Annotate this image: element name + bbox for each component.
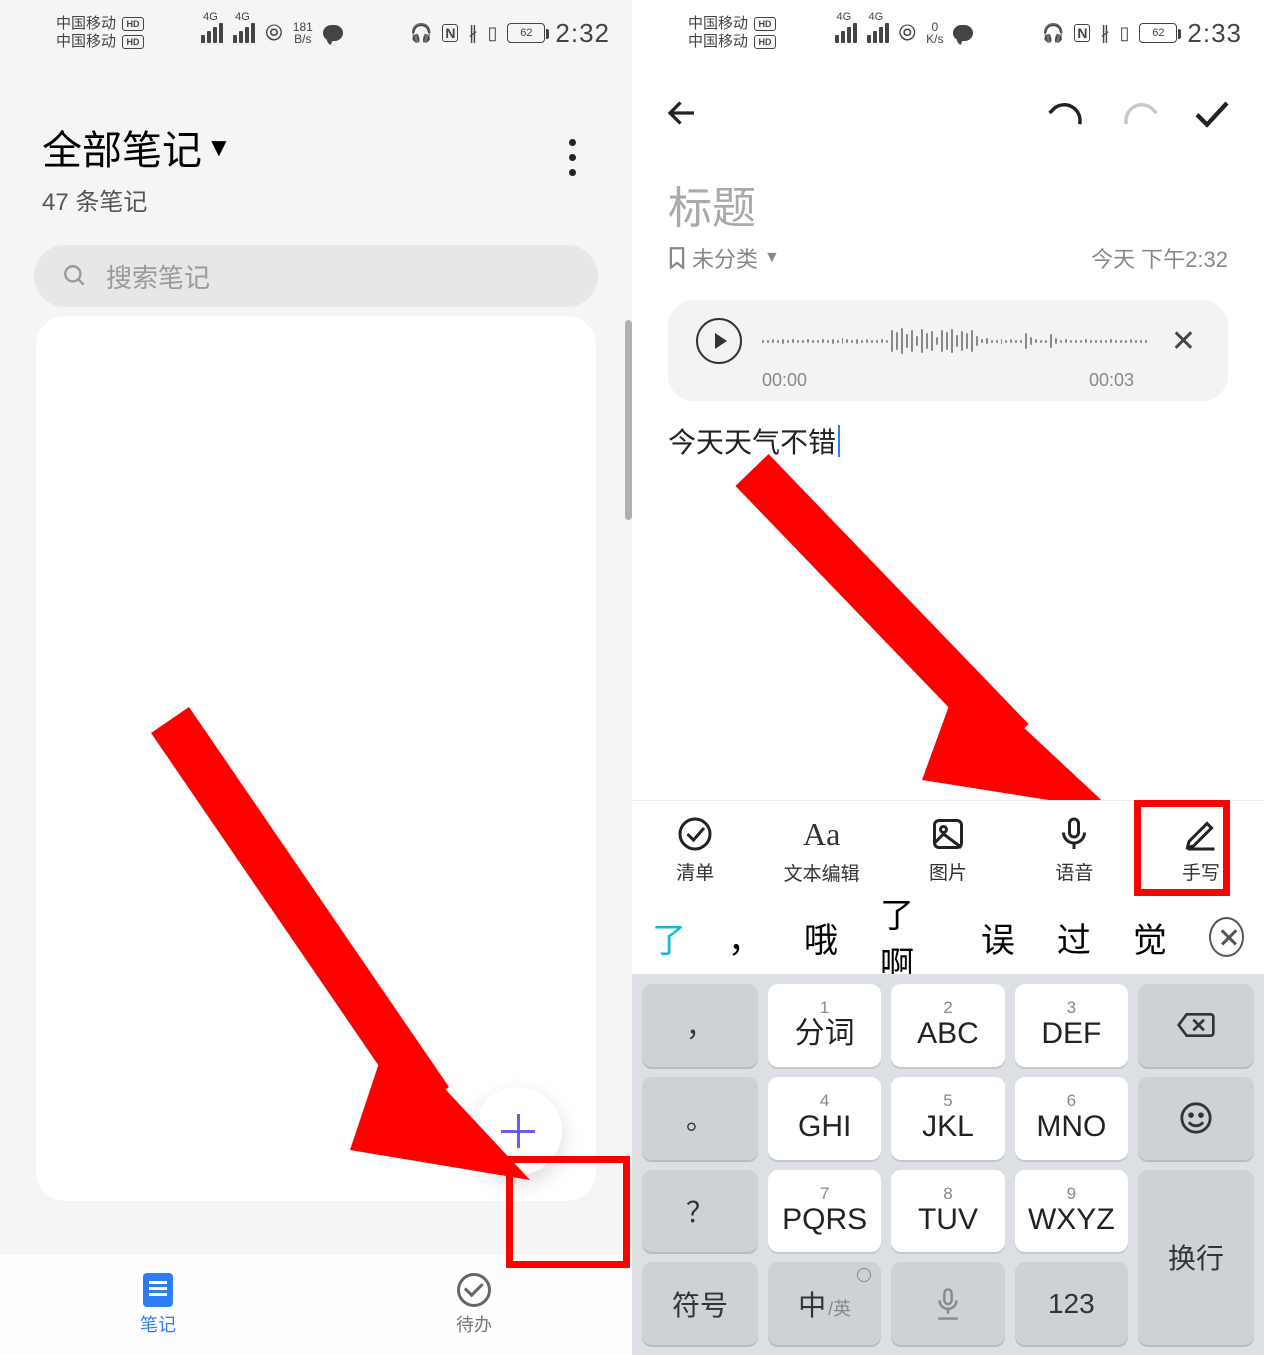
candidate-word[interactable]: 觉 xyxy=(1133,913,1167,962)
candidate-collapse-button[interactable] xyxy=(1209,917,1244,957)
image-icon xyxy=(930,816,966,852)
note-count-label: 47 条笔记 xyxy=(42,182,232,217)
microphone-icon xyxy=(1056,816,1092,852)
nfc-icon: N xyxy=(442,24,458,42)
key-2[interactable]: 2ABC xyxy=(891,984,1004,1067)
key-3[interactable]: 3DEF xyxy=(1015,984,1128,1067)
key-enter[interactable]: 换行 xyxy=(1138,1170,1254,1346)
key-4[interactable]: 4GHI xyxy=(768,1077,881,1160)
text-format-icon: Aa xyxy=(803,816,840,853)
candidate-word[interactable]: 过 xyxy=(1057,913,1091,962)
bluetooth-icon: ∦ xyxy=(468,23,477,44)
action-voice[interactable]: 语音 xyxy=(1011,801,1137,900)
candidate-word[interactable]: 了 xyxy=(652,913,686,962)
battery-icon: 62 xyxy=(1139,23,1177,43)
bottom-nav: 笔记 待办 xyxy=(0,1253,632,1355)
folder-dropdown[interactable]: 全部笔记▼ xyxy=(42,118,232,176)
waveform[interactable] xyxy=(762,323,1147,359)
text-caret xyxy=(838,425,840,457)
vibrate-icon: ▯ xyxy=(487,23,497,44)
clock-label: 2:33 xyxy=(1187,18,1242,49)
redo-button[interactable] xyxy=(1120,98,1158,133)
note-text-input[interactable]: 今天天气不错 xyxy=(632,401,1264,481)
key-comma[interactable]: ， xyxy=(642,984,758,1067)
key-language-toggle[interactable]: 中/英 xyxy=(768,1262,881,1345)
headset-icon: 🎧 xyxy=(1042,23,1064,44)
key-period[interactable]: 。 xyxy=(642,1077,758,1160)
play-button[interactable] xyxy=(696,318,742,364)
annotation-highlight-fab xyxy=(506,1156,630,1268)
phone-screen-note-editor: 中国移动HD 中国移动HD 4G 4G ⦾ 0K/s 🎧 N ∦ ▯ 62 2:… xyxy=(632,0,1264,1355)
bluetooth-icon: ∦ xyxy=(1100,23,1109,44)
action-image[interactable]: 图片 xyxy=(885,801,1011,900)
action-text-format[interactable]: Aa 文本编辑 xyxy=(758,801,884,900)
candidate-word[interactable]: 了啊 xyxy=(880,888,939,986)
tab-todo[interactable]: 待办 xyxy=(316,1254,632,1355)
candidate-word[interactable]: 哦 xyxy=(804,913,838,962)
checklist-icon xyxy=(677,816,713,852)
microphone-icon xyxy=(933,1287,963,1321)
title-input[interactable]: 标题 xyxy=(632,150,1264,242)
status-bar: 中国移动HD 中国移动HD 4G 4G ⦾ 181B/s 🎧 N ∦ ▯ 62 … xyxy=(0,0,632,60)
search-input[interactable]: 搜索笔记 xyxy=(34,245,598,307)
nfc-icon: N xyxy=(1074,24,1090,42)
key-question[interactable]: ？ xyxy=(642,1170,758,1253)
key-symbol-page[interactable]: 符号 xyxy=(642,1262,758,1345)
ime-keypad: ， 。 ？ ！ 1分词 2ABC 3DEF 4GHI 5JKL 6MNO 7PQ… xyxy=(632,974,1264,1355)
search-icon xyxy=(62,263,88,289)
todo-icon xyxy=(457,1273,491,1307)
key-8[interactable]: 8TUV xyxy=(891,1170,1004,1253)
key-emoji[interactable] xyxy=(1138,1077,1254,1160)
key-6[interactable]: 6MNO xyxy=(1015,1077,1128,1160)
key-7[interactable]: 7PQRS xyxy=(768,1170,881,1253)
audio-start-time: 00:00 xyxy=(762,370,807,391)
key-9[interactable]: 9WXYZ xyxy=(1015,1170,1128,1253)
scrollbar[interactable] xyxy=(625,320,632,520)
ime-candidate-bar: 了 ， 哦 了啊 误 过 觉 xyxy=(632,900,1264,974)
chevron-down-icon: ▼ xyxy=(764,249,780,267)
wifi-icon: ⦾ xyxy=(265,20,283,46)
confirm-button[interactable] xyxy=(1192,97,1232,134)
undo-button[interactable] xyxy=(1048,98,1086,133)
phone-screen-notes-list: 中国移动HD 中国移动HD 4G 4G ⦾ 181B/s 🎧 N ∦ ▯ 62 … xyxy=(0,0,632,1355)
annotation-highlight-voice xyxy=(1134,800,1230,896)
back-button[interactable] xyxy=(664,95,700,136)
notes-icon xyxy=(143,1273,173,1307)
delete-audio-button[interactable]: ✕ xyxy=(1167,324,1200,359)
action-checklist[interactable]: 清单 xyxy=(632,801,758,900)
annotation-arrow xyxy=(712,440,1132,820)
wifi-icon: ⦾ xyxy=(899,20,917,46)
category-dropdown[interactable]: 未分类▼ xyxy=(668,242,780,274)
status-bar: 中国移动HD 中国移动HD 4G 4G ⦾ 0K/s 🎧 N ∦ ▯ 62 2:… xyxy=(632,0,1264,60)
key-5[interactable]: 5JKL xyxy=(891,1077,1004,1160)
vibrate-icon: ▯ xyxy=(1119,23,1129,44)
message-icon xyxy=(953,25,973,41)
timestamp-label: 今天 下午2:32 xyxy=(1091,242,1228,274)
chevron-down-icon: ▼ xyxy=(206,134,232,160)
more-menu-button[interactable] xyxy=(554,132,590,182)
audio-clip: ✕ 00:00 00:03 xyxy=(668,300,1228,401)
headset-icon: 🎧 xyxy=(410,23,432,44)
tab-notes[interactable]: 笔记 xyxy=(0,1254,316,1355)
audio-end-time: 00:03 xyxy=(1089,370,1134,391)
key-1[interactable]: 1分词 xyxy=(768,984,881,1067)
candidate-word[interactable]: ， xyxy=(728,913,762,962)
clock-label: 2:32 xyxy=(555,18,610,49)
key-numeric[interactable]: 123 xyxy=(1015,1262,1128,1345)
globe-icon xyxy=(857,1268,871,1282)
bookmark-icon xyxy=(668,247,686,269)
key-backspace[interactable] xyxy=(1138,984,1254,1067)
message-icon xyxy=(323,25,343,41)
note-list-area[interactable] xyxy=(36,316,596,1201)
battery-icon: 62 xyxy=(507,23,545,43)
key-space-voice[interactable] xyxy=(891,1262,1004,1345)
emoji-icon xyxy=(1179,1101,1213,1135)
backspace-icon xyxy=(1176,1011,1216,1039)
candidate-word[interactable]: 误 xyxy=(981,913,1015,962)
